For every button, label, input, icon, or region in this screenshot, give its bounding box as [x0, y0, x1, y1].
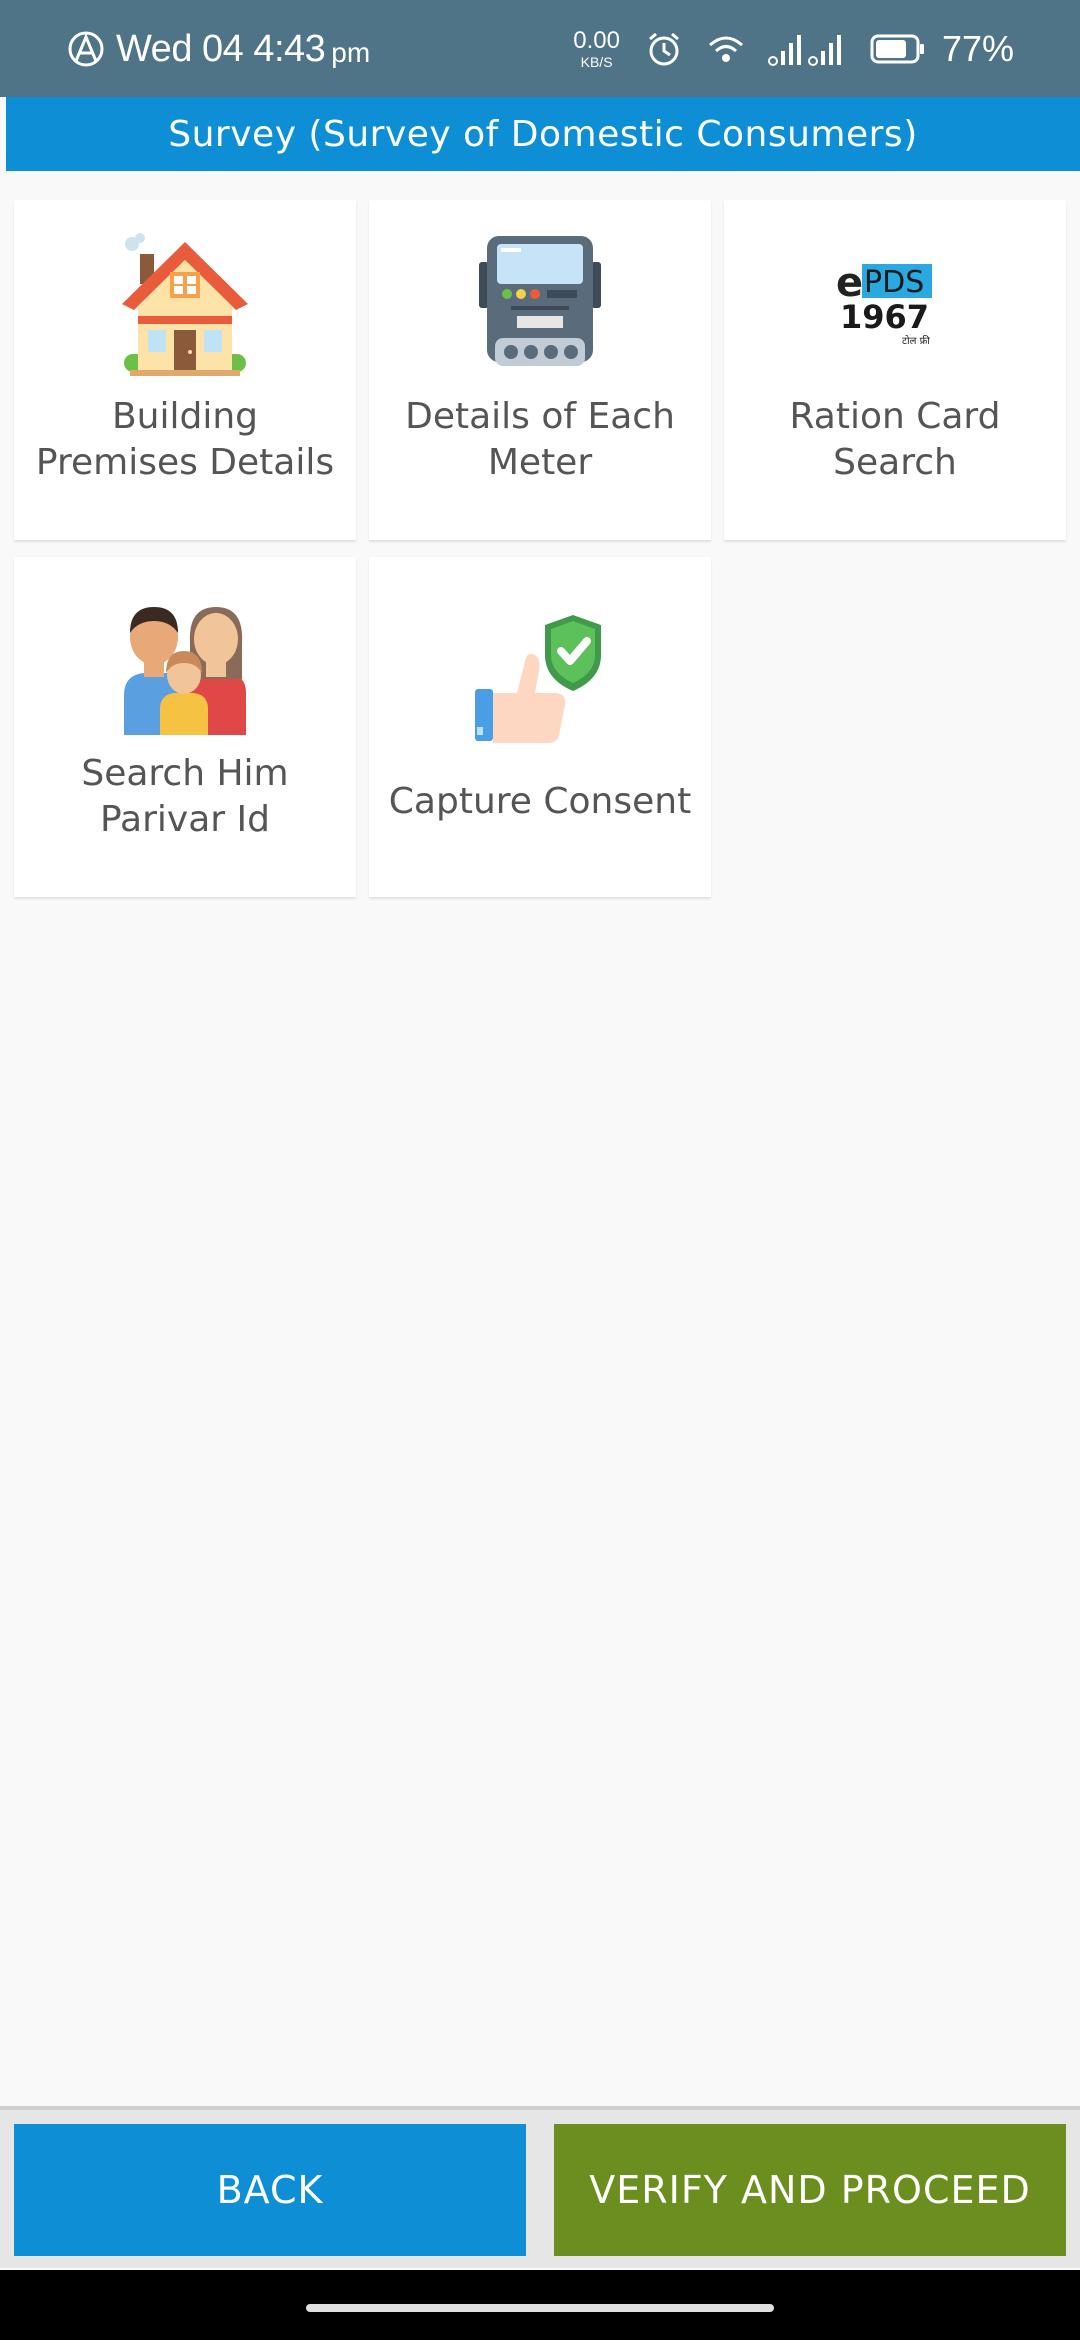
- network-speed: 0.00 KB/S: [573, 27, 620, 70]
- thumbs-up-shield-icon: [465, 607, 615, 757]
- tile-label: Search Him Parivar Id: [81, 753, 289, 840]
- home-gesture-handle[interactable]: [306, 2304, 774, 2312]
- status-time: Wed 04 4:43: [116, 27, 326, 70]
- app-notification-icon: [68, 31, 104, 67]
- epds-logo-number: 1967: [840, 298, 929, 336]
- family-icon: [110, 587, 260, 737]
- tile-label: Ration Card Search: [789, 396, 1001, 483]
- status-left: Wed 04 4:43 pm: [66, 20, 370, 78]
- epds-logo-tagline: टोल फ्री: [902, 335, 930, 347]
- tile-search-him-parivar-id[interactable]: Search Him Parivar Id: [14, 557, 356, 897]
- status-ampm: pm: [331, 37, 371, 68]
- tile-label: Building Premises Details: [35, 396, 335, 483]
- epds-logo-brand: PDS: [864, 265, 924, 300]
- status-bar: Wed 04 4:43 pm 0.00 KB/S 77%: [0, 0, 1080, 97]
- network-speed-value: 0.00: [573, 27, 620, 54]
- bottom-action-bar: BACK VERIFY AND PROCEED: [0, 2106, 1080, 2268]
- status-right: 0.00 KB/S 77%: [573, 20, 1014, 78]
- page-title: Survey (Survey of Domestic Consumers): [168, 113, 918, 155]
- tile-details-of-each-meter[interactable]: Details of Each Meter: [369, 200, 711, 540]
- tile-capture-consent[interactable]: Capture Consent: [369, 557, 711, 897]
- electric-meter-icon: [465, 230, 615, 380]
- verify-and-proceed-button[interactable]: VERIFY AND PROCEED: [554, 2124, 1066, 2256]
- app-header: Survey (Survey of Domestic Consumers): [6, 97, 1080, 171]
- tile-label: Details of Each Meter: [405, 396, 675, 483]
- battery-percent: 77%: [941, 28, 1014, 69]
- epds-1967-logo: e PDS 1967 टोल फ्री: [820, 230, 970, 380]
- tile-label: Capture Consent: [388, 781, 692, 822]
- network-speed-unit: KB/S: [580, 54, 613, 70]
- alarm-icon: [648, 32, 679, 66]
- wifi-icon: [708, 36, 743, 62]
- tile-building-premises-details[interactable]: Building Premises Details: [14, 200, 356, 540]
- system-navigation-bar: [0, 2270, 1080, 2340]
- house-icon: [110, 230, 260, 380]
- back-button[interactable]: BACK: [14, 2124, 526, 2256]
- tile-ration-card-search[interactable]: e PDS 1967 टोल फ्री Ration Card Search: [724, 200, 1066, 540]
- battery-icon: [870, 34, 924, 64]
- signal-icon: [767, 35, 841, 66]
